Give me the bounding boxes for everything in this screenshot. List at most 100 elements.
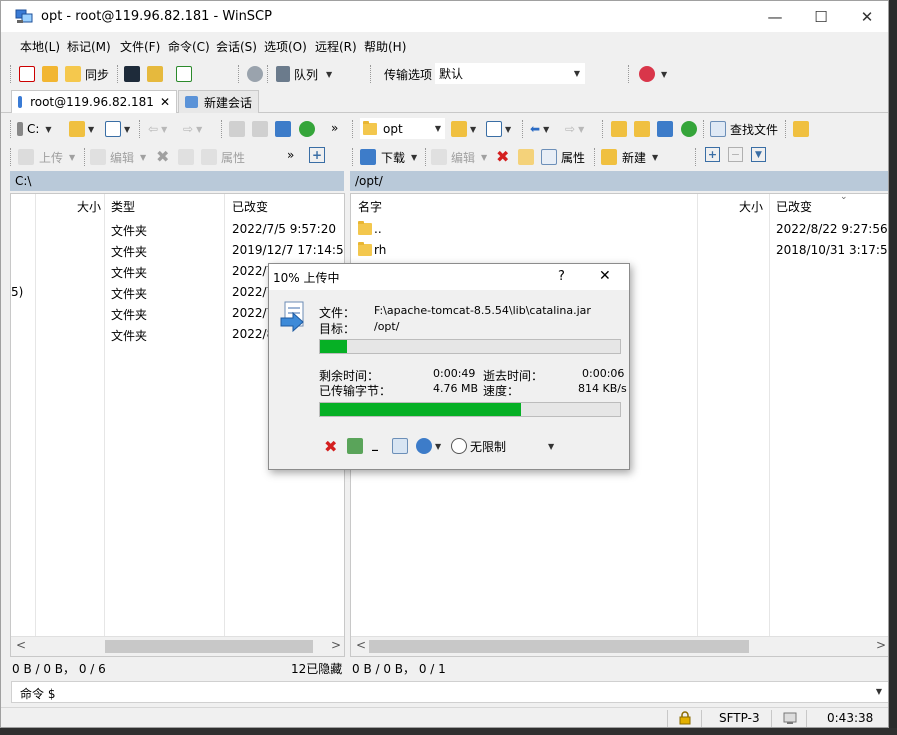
toolbar-grip[interactable] bbox=[695, 148, 698, 166]
maximize-button[interactable]: ☐ bbox=[798, 1, 844, 32]
remote-folder-select[interactable]: opt ▼ bbox=[360, 118, 445, 139]
local-delete-button[interactable]: ✖ bbox=[156, 146, 169, 166]
tab-new-session[interactable]: 新建会话 bbox=[178, 90, 259, 113]
toolbar-grip[interactable] bbox=[425, 148, 428, 166]
toolbar-grip[interactable] bbox=[117, 65, 120, 83]
column-divider[interactable] bbox=[224, 194, 225, 637]
remote-root-dir-button[interactable] bbox=[634, 119, 650, 139]
title-bar[interactable]: opt - root@119.96.82.181 - WinSCP — ☐ ✕ bbox=[1, 1, 888, 32]
cancel-transfer-button[interactable]: ✖ bbox=[324, 436, 337, 456]
column-divider[interactable] bbox=[697, 194, 698, 637]
compare-directories-button[interactable] bbox=[19, 64, 35, 84]
local-properties-button[interactable]: 属性 bbox=[201, 147, 245, 167]
refresh-session-button[interactable] bbox=[176, 64, 192, 84]
menu-mark[interactable]: 标记(M) bbox=[67, 38, 111, 55]
remote-refresh-button[interactable] bbox=[681, 119, 697, 139]
toolbar-grip[interactable] bbox=[267, 65, 270, 83]
menu-help[interactable]: 帮助(H) bbox=[364, 38, 406, 55]
scroll-right-icon[interactable]: > bbox=[876, 638, 886, 652]
remote-parent-dir-button[interactable] bbox=[611, 119, 627, 139]
toolbar-grip[interactable] bbox=[522, 120, 525, 138]
toolbar-grip[interactable] bbox=[594, 148, 597, 166]
expand-all-button[interactable]: + bbox=[705, 147, 720, 162]
local-drive-select[interactable]: C: ▼ bbox=[17, 119, 52, 139]
collapse-all-button[interactable]: − bbox=[728, 147, 743, 162]
local-col-size[interactable]: 大小 bbox=[71, 194, 101, 216]
toolbar-grip[interactable] bbox=[370, 65, 373, 83]
toolbar-grip[interactable] bbox=[238, 65, 241, 83]
local-new-button[interactable]: + bbox=[309, 147, 325, 163]
remote-home-button[interactable] bbox=[657, 119, 673, 139]
open-terminal-button[interactable] bbox=[124, 64, 140, 84]
toolbar-grip[interactable] bbox=[352, 120, 355, 138]
scroll-right-icon[interactable]: > bbox=[331, 638, 341, 652]
local-path-bar[interactable]: C:\ bbox=[10, 171, 344, 191]
putty-button[interactable] bbox=[147, 64, 163, 84]
menu-options[interactable]: 选项(O) bbox=[264, 38, 307, 55]
remote-back-button[interactable]: ⬅ ▼ bbox=[530, 119, 549, 139]
scroll-left-icon[interactable]: < bbox=[356, 638, 366, 652]
menu-remote[interactable]: 远程(R) bbox=[315, 38, 357, 55]
once-done-button[interactable]: ▼ bbox=[416, 436, 441, 456]
transfer-preset-select[interactable]: 默认 ▼ bbox=[435, 63, 585, 84]
queue-button[interactable]: 队列 ▼ bbox=[276, 64, 332, 84]
menu-commands[interactable]: 命令(C) bbox=[168, 38, 210, 55]
remote-col-name[interactable]: 名字 bbox=[358, 194, 382, 216]
toolbar-grip[interactable] bbox=[602, 120, 605, 138]
local-forward-button[interactable]: ⇨ ▼ bbox=[183, 119, 202, 139]
local-horizontal-scrollbar[interactable]: < > bbox=[11, 636, 344, 656]
dialog-title-bar[interactable]: 10% 上传中 ? ✕ bbox=[269, 264, 629, 290]
download-button[interactable]: 下载 ▼ bbox=[360, 147, 417, 167]
local-col-type[interactable]: 类型 bbox=[111, 194, 135, 216]
upload-button[interactable]: 上传 ▼ bbox=[18, 147, 75, 167]
local-parent-dir-button[interactable] bbox=[229, 119, 245, 139]
preferences-button[interactable] bbox=[247, 64, 263, 84]
toolbar-grip[interactable] bbox=[139, 120, 142, 138]
remote-col-size[interactable]: 大小 bbox=[731, 194, 763, 216]
remote-delete-button[interactable]: ✖ bbox=[496, 146, 509, 166]
speed-limit-select[interactable]: 无限制 ▼ bbox=[451, 436, 555, 456]
scrollbar-thumb[interactable] bbox=[105, 640, 313, 653]
scroll-left-icon[interactable]: < bbox=[16, 638, 26, 652]
toolbar-grip[interactable] bbox=[352, 148, 355, 166]
minimize-button[interactable]: — bbox=[752, 1, 798, 32]
local-toolbar-more[interactable]: » bbox=[331, 118, 338, 138]
menu-session[interactable]: 会话(S) bbox=[216, 38, 257, 55]
remote-horizontal-scrollbar[interactable]: < > bbox=[351, 636, 888, 656]
move-to-background-button[interactable] bbox=[347, 436, 363, 456]
remote-col-changed[interactable]: 已改变 bbox=[776, 194, 812, 216]
toolbar-grip[interactable] bbox=[10, 148, 13, 166]
remote-forward-button[interactable]: ⇨ ▼ bbox=[565, 119, 584, 139]
remote-rename-button[interactable] bbox=[518, 147, 534, 167]
command-input[interactable] bbox=[62, 683, 872, 701]
scrollbar-thumb[interactable] bbox=[369, 640, 749, 653]
column-divider[interactable] bbox=[769, 194, 770, 637]
toolbar-grip[interactable] bbox=[628, 65, 631, 83]
column-divider[interactable] bbox=[35, 194, 36, 637]
chevron-down-icon[interactable]: ▼ bbox=[876, 687, 882, 696]
column-divider[interactable] bbox=[104, 194, 105, 637]
toolbar-grip[interactable] bbox=[10, 120, 13, 138]
synchronize-button[interactable]: 同步 bbox=[65, 64, 109, 84]
synchronize-browsing-button[interactable] bbox=[42, 64, 58, 84]
local-file-toolbar-more[interactable]: » bbox=[287, 145, 294, 165]
toolbar-grip[interactable] bbox=[703, 120, 706, 138]
remote-new-button[interactable]: 新建 ▼ bbox=[601, 147, 658, 167]
filter-select-button[interactable]: ▼ bbox=[751, 147, 766, 162]
tab-session-root[interactable]: root@119.96.82.181 ✕ bbox=[11, 90, 177, 113]
tree-view-button[interactable] bbox=[793, 119, 809, 139]
local-edit-button[interactable]: 编辑 ▼ bbox=[90, 147, 146, 167]
menu-local[interactable]: 本地(L) bbox=[20, 38, 60, 55]
local-col-changed[interactable]: 已改变 bbox=[232, 194, 268, 216]
dialog-close-button[interactable]: ✕ bbox=[599, 268, 611, 284]
toolbar-grip[interactable] bbox=[785, 120, 788, 138]
toolbar-grip[interactable] bbox=[221, 120, 224, 138]
remote-path-bar[interactable]: /opt/ bbox=[350, 171, 888, 191]
local-back-button[interactable]: ⇦ ▼ bbox=[148, 119, 167, 139]
dialog-help-button[interactable]: ? bbox=[558, 269, 565, 284]
local-filter-button[interactable]: ▼ bbox=[105, 119, 130, 139]
local-rename-button[interactable] bbox=[178, 147, 194, 167]
local-home-button[interactable] bbox=[275, 119, 291, 139]
minimize-dialog-button[interactable]: _ bbox=[372, 434, 378, 454]
local-open-folder-button[interactable]: ▼ bbox=[69, 119, 94, 139]
